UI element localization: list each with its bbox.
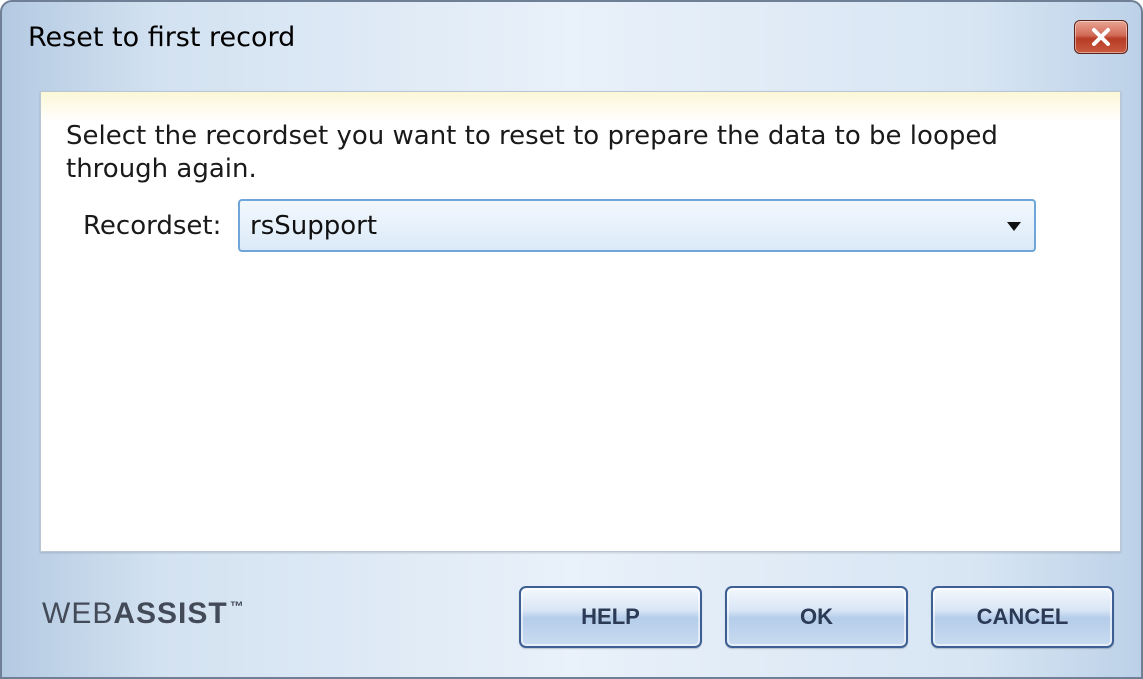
- close-button[interactable]: [1074, 20, 1128, 54]
- cancel-button[interactable]: CANCEL: [931, 586, 1114, 648]
- help-button[interactable]: HELP: [519, 586, 702, 648]
- logo-web-text: WEB: [42, 597, 114, 630]
- window-title: Reset to first record: [28, 22, 296, 53]
- recordset-select[interactable]: rsSupport: [238, 199, 1036, 252]
- logo-trademark: ™: [229, 598, 244, 614]
- close-icon: [1092, 28, 1110, 46]
- instruction-text: Select the recordset you want to reset t…: [66, 121, 998, 184]
- title-bar[interactable]: Reset to first record: [2, 2, 1141, 82]
- recordset-selected-value: rsSupport: [250, 211, 378, 241]
- panel-highlight: [41, 92, 1120, 122]
- recordset-label: Recordset:: [83, 211, 222, 241]
- ok-button[interactable]: OK: [725, 586, 908, 648]
- dialog-window: Reset to first record Select the records…: [0, 0, 1143, 679]
- webassist-logo: WEB ASSIST ™: [42, 597, 244, 637]
- chevron-down-icon[interactable]: [1007, 222, 1021, 231]
- logo-assist-text: ASSIST: [113, 597, 228, 630]
- content-panel: Select the recordset you want to reset t…: [40, 91, 1121, 552]
